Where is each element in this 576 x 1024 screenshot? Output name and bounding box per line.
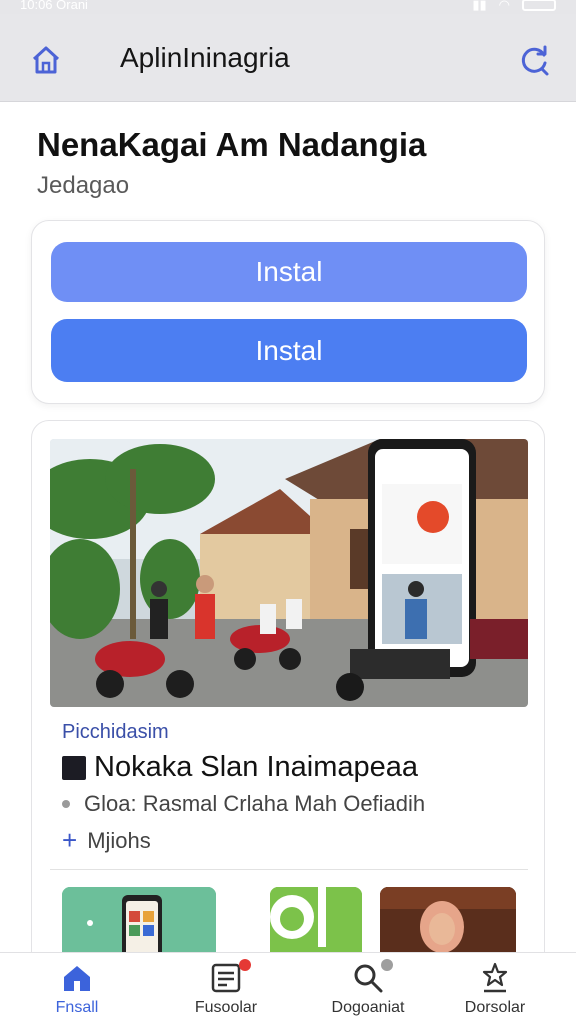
refresh-button[interactable] xyxy=(516,42,552,78)
article-icon xyxy=(62,755,86,780)
battery-icon xyxy=(522,0,556,11)
status-icons: ▮▮ ◠ xyxy=(472,0,556,13)
home-icon xyxy=(60,961,94,995)
status-bar: 10:06 Orani ▮▮ ◠ xyxy=(0,0,576,14)
nav-label: Fnsall xyxy=(55,999,99,1016)
notification-badge xyxy=(381,959,393,971)
feature-meta: Gloa: Rasmal Crlaha Mah Oefiadih xyxy=(84,791,426,816)
notification-badge xyxy=(239,959,251,971)
feature-kicker: Picchidasim xyxy=(62,721,169,743)
feature-headline-row[interactable]: Nokaka Slan Inaimapeaa xyxy=(62,751,418,784)
search-icon xyxy=(351,959,393,995)
wifi-icon: ◠ xyxy=(498,0,510,12)
install-card: Instal Instal xyxy=(31,220,545,404)
feature-card[interactable]: Picchidasim Nokaka Slan Inaimapeaa Gloa:… xyxy=(31,420,545,980)
nav-label: Dorsolar xyxy=(464,999,526,1016)
user-star-icon xyxy=(478,961,512,995)
nav-label: Dogoaniat xyxy=(331,999,405,1016)
bullet-icon xyxy=(62,800,70,808)
feature-meta-row: Gloa: Rasmal Crlaha Mah Oefiadih xyxy=(62,791,425,817)
install-button-primary[interactable]: Instal xyxy=(51,242,527,302)
status-time: 10:06 Orani xyxy=(20,0,88,12)
bottom-nav: Fnsall Fusoolar Dogoaniat Dorsolar xyxy=(0,952,576,1024)
street-scene-with-phone-image xyxy=(50,439,528,707)
feature-image[interactable] xyxy=(50,439,528,707)
nav-item-news[interactable]: Fusoolar xyxy=(161,959,291,1021)
signal-icon: ▮▮ xyxy=(472,0,487,12)
page-title: NenaKagai Am Nadangia xyxy=(37,126,427,163)
divider xyxy=(50,869,528,870)
news-icon xyxy=(209,959,251,995)
app-bar: AplinIninagria xyxy=(0,14,576,102)
plus-icon: + xyxy=(62,825,78,855)
refresh-icon xyxy=(521,45,549,76)
nav-item-search[interactable]: Dogoaniat xyxy=(303,959,433,1021)
nav-item-home[interactable]: Fnsall xyxy=(12,961,142,1021)
nav-label: Fusoolar xyxy=(194,999,258,1016)
nav-item-profile[interactable]: Dorsolar xyxy=(430,961,560,1021)
feature-more[interactable]: Mjiohs xyxy=(87,828,151,854)
feature-headline[interactable]: Nokaka Slan Inaimapeaa xyxy=(94,751,418,784)
install-button-secondary[interactable]: Instal xyxy=(51,319,527,382)
app-title: AplinIninagria xyxy=(120,42,290,73)
feature-more-row[interactable]: + Mjiohs xyxy=(62,825,151,856)
home-icon xyxy=(32,46,60,74)
page-subtitle: Jedagao xyxy=(37,172,130,199)
home-button[interactable] xyxy=(28,42,64,78)
